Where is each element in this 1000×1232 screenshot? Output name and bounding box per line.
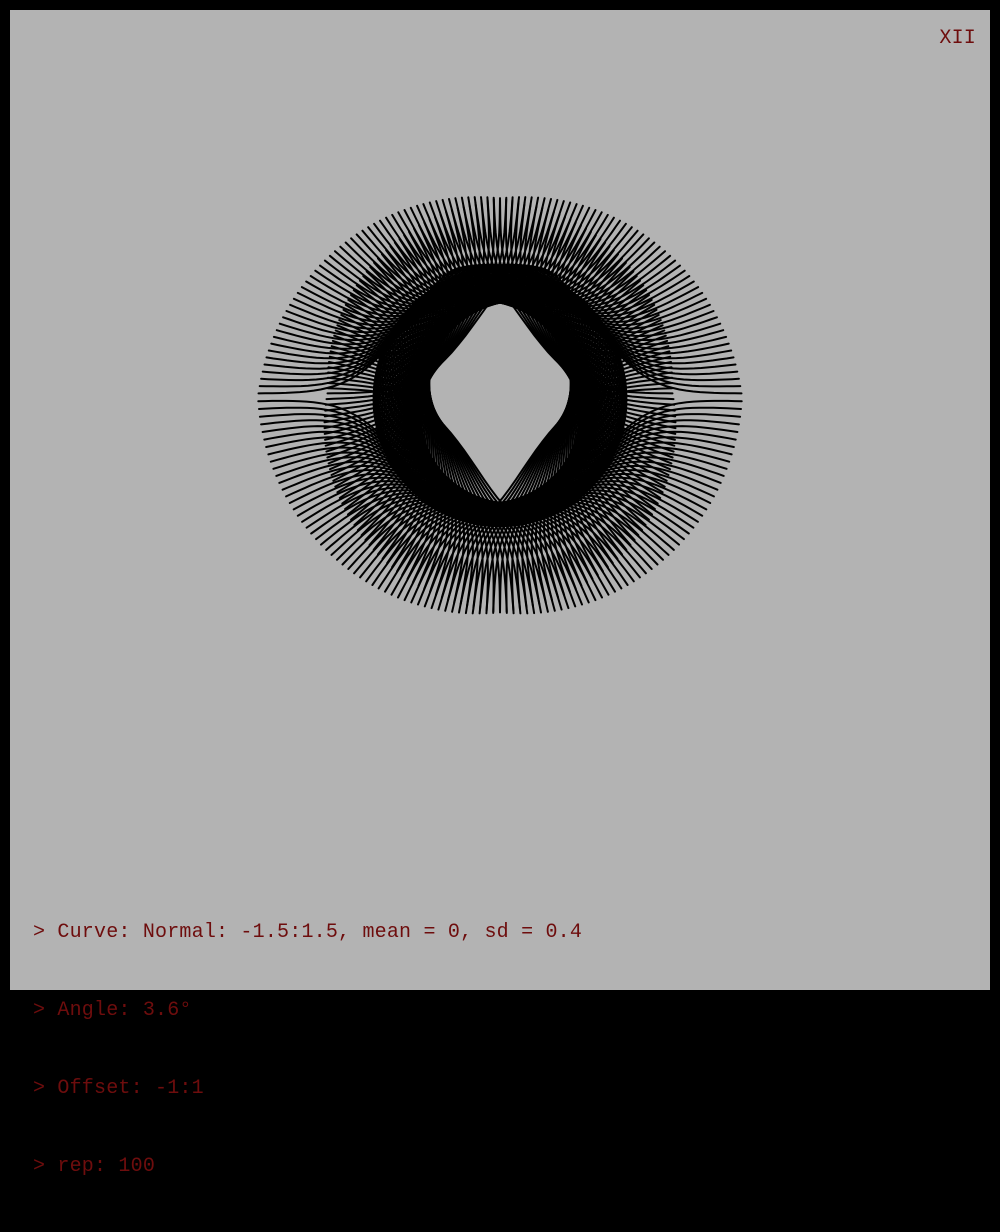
curve-group bbox=[257, 196, 743, 615]
log-line-angle: > Angle: 3.6° bbox=[33, 999, 192, 1022]
log-line-offset: > Offset: -1:1 bbox=[33, 1077, 204, 1100]
frame-border: XII > Curve: Normal: -1.5:1.5, mean = 0,… bbox=[0, 0, 1000, 1178]
parameter-log: > Curve: Normal: -1.5:1.5, mean = 0, sd … bbox=[33, 868, 582, 1232]
plate-number: XII bbox=[939, 27, 976, 50]
log-line-rep: > rep: 100 bbox=[33, 1155, 156, 1178]
artwork-canvas: XII > Curve: Normal: -1.5:1.5, mean = 0,… bbox=[10, 10, 990, 1178]
generative-curve-art bbox=[257, 196, 743, 615]
log-line-curve: > Curve: Normal: -1.5:1.5, mean = 0, sd … bbox=[33, 921, 583, 944]
